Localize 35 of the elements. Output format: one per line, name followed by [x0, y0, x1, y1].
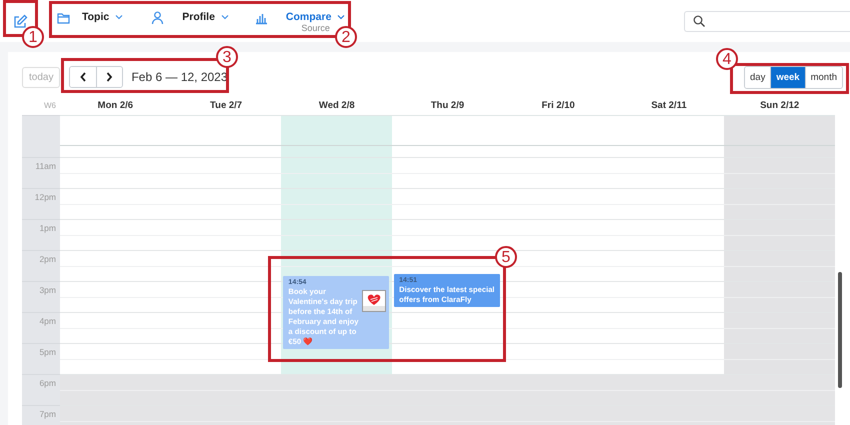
day-header: Sat 2/11 [651, 100, 687, 111]
hour-label: 2pm [22, 250, 60, 281]
callout-number: 3 [216, 46, 238, 68]
folder-icon [57, 11, 70, 25]
scrollbar-thumb[interactable] [838, 272, 842, 388]
edit-icon[interactable] [12, 14, 28, 28]
hour-label: 5pm [22, 343, 60, 374]
chevron-down-icon [337, 14, 346, 20]
view-toggle-button[interactable]: month [804, 66, 842, 88]
day-header: Mon 2/6 [98, 100, 134, 111]
chevron-right-icon [106, 72, 114, 82]
nav-menu-button[interactable]: Topic [57, 10, 124, 25]
view-toggle-button[interactable]: week [770, 66, 805, 88]
day-header: Wed 2/8 [318, 100, 355, 111]
day-header: Thu 2/9 [430, 100, 464, 111]
hour-label: 12pm [22, 188, 60, 219]
hour-label: 4pm [22, 312, 60, 343]
day-header: Fri 2/10 [542, 100, 575, 111]
week-number: W6 [44, 101, 57, 110]
chevron-left-icon [80, 72, 87, 82]
bar-chart-icon [254, 11, 268, 25]
search-icon [693, 15, 705, 27]
hour-label: 6pm [22, 374, 60, 405]
hour-label: 7pm [22, 405, 60, 425]
chevron-down-icon [115, 14, 124, 20]
hour-label: 3pm [22, 281, 60, 312]
hour-label: 11am [22, 157, 60, 188]
day-header: Tue 2/7 [210, 100, 242, 111]
search-field[interactable] [684, 10, 850, 32]
nav-menu-button[interactable]: Profile [151, 10, 229, 25]
chevron-down-icon [220, 14, 229, 20]
person-icon [151, 11, 164, 25]
hour-label: 1pm [22, 219, 60, 250]
day-header: Sun 2/12 [760, 100, 800, 111]
next-week-button[interactable] [96, 67, 122, 87]
